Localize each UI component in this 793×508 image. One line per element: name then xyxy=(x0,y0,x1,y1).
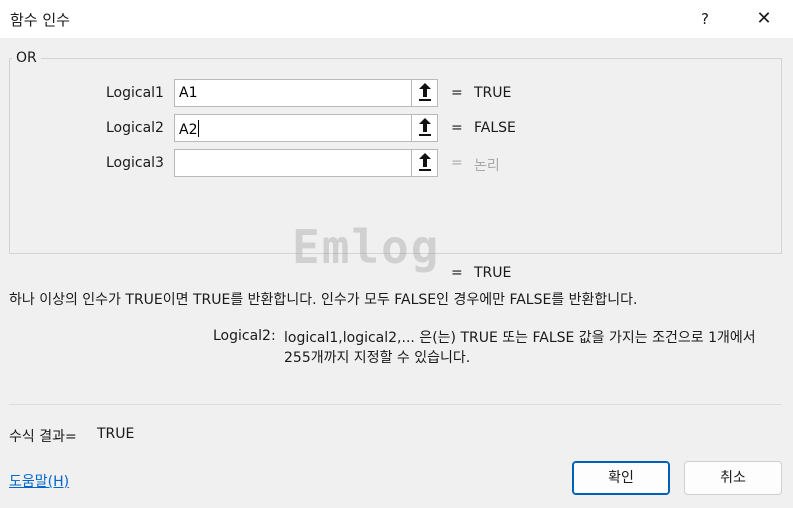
dialog-title: 함수 인수 xyxy=(10,11,70,29)
arg-input-logical1[interactable]: A1 xyxy=(174,79,411,107)
cancel-button[interactable]: 취소 xyxy=(684,461,782,495)
range-selector-button-1[interactable] xyxy=(411,79,438,107)
arg-help-text: logical1,logical2,... 은(는) TRUE 또는 FALSE… xyxy=(284,330,756,366)
ok-button[interactable]: 확인 xyxy=(572,461,670,495)
close-button[interactable]: ✕ xyxy=(744,0,784,38)
function-name: OR xyxy=(12,50,41,66)
arg-label-logical1: Logical1 xyxy=(106,85,164,101)
arg-result-logical3: 논리 xyxy=(474,158,500,174)
arg-equals-2: = xyxy=(451,120,463,136)
arg-input-logical3[interactable] xyxy=(174,149,411,177)
function-description: 하나 이상의 인수가 TRUE이면 TRUE를 반환합니다. 인수가 모두 FA… xyxy=(9,292,638,308)
range-selector-button-3[interactable] xyxy=(411,149,438,177)
arg-input-logical2[interactable]: A2 xyxy=(174,114,411,142)
arg-equals-3: = xyxy=(451,155,463,171)
divider xyxy=(9,404,782,405)
arg-result-logical1: TRUE xyxy=(474,85,512,101)
help-link[interactable]: 도움말(H) xyxy=(9,471,69,491)
function-result-value: TRUE xyxy=(474,265,512,281)
title-bar: 함수 인수 ? ✕ xyxy=(0,0,793,38)
watermark: Emlog xyxy=(292,220,441,274)
text-caret xyxy=(198,120,200,137)
arg-label-logical2: Logical2 xyxy=(106,120,164,136)
arg-label-logical3: Logical3 xyxy=(106,155,164,171)
function-result-equals: = xyxy=(451,265,463,281)
arg-result-logical2: FALSE xyxy=(474,120,516,136)
range-selector-button-2[interactable] xyxy=(411,114,438,142)
help-button[interactable]: ? xyxy=(688,0,722,38)
formula-result-label: 수식 결과= xyxy=(9,429,77,445)
arg-help-label: Logical2: xyxy=(213,328,276,344)
arg-equals-1: = xyxy=(451,85,463,101)
formula-result-value: TRUE xyxy=(97,426,135,442)
